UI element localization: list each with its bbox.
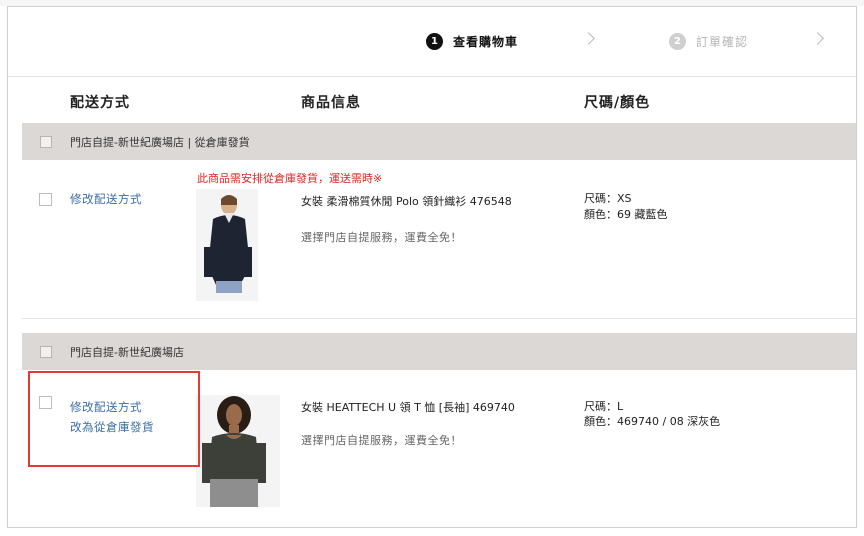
size-value: 尺碼：L: [584, 400, 624, 413]
color-value: 顏色：469740 / 08 深灰色: [584, 415, 721, 428]
step-view-cart[interactable]: 1 查看購物車: [426, 33, 518, 50]
group-header: 門店自提-新世紀廣場店: [22, 333, 856, 370]
chevron-right-icon: [582, 32, 595, 45]
row-divider: [22, 318, 856, 319]
change-delivery-link[interactable]: 修改配送方式: [70, 191, 142, 207]
step-number: 1: [426, 33, 443, 50]
group-title: 門店自提-新世紀廣場店: [70, 345, 184, 359]
cart-panel: 1 查看購物車 2 訂單確認 配送方式 商品信息 尺碼/顏色 門店自提-新世紀廣…: [7, 6, 857, 528]
product-image[interactable]: [196, 395, 280, 507]
chevron-right-icon: [811, 32, 824, 45]
pickup-note: 選擇門店自提服務，運費全免！: [301, 434, 462, 447]
product-name[interactable]: 女裝 柔滑棉質休閒 Polo 領針織衫 476548: [301, 193, 512, 209]
step-label: 訂單確認: [696, 35, 749, 49]
product-image[interactable]: [196, 189, 258, 301]
group-header: 門店自提-新世紀廣場店 | 從倉庫發貨: [22, 123, 856, 160]
step-order-confirm[interactable]: 2 訂單確認: [669, 33, 748, 50]
warehouse-warning: 此商品需安排從倉庫發貨，運送需時※: [197, 172, 383, 185]
column-header-size-color: 尺碼/顏色: [584, 95, 651, 111]
pickup-note: 選擇門店自提服務，運費全免！: [301, 231, 462, 244]
group-checkbox[interactable]: [40, 135, 52, 148]
highlight-box: [28, 371, 200, 467]
item-checkbox[interactable]: [39, 193, 52, 206]
checkout-steps: 1 查看購物車 2 訂單確認: [8, 7, 856, 77]
column-header-product: 商品信息: [301, 95, 361, 111]
group-title: 門店自提-新世紀廣場店 | 從倉庫發貨: [70, 135, 250, 149]
size-value: 尺碼：XS: [584, 192, 632, 205]
group-checkbox[interactable]: [40, 345, 52, 358]
column-header-delivery: 配送方式: [70, 95, 130, 111]
color-value: 顏色：69 藏藍色: [584, 208, 668, 221]
step-number: 2: [669, 33, 686, 50]
step-label: 查看購物車: [453, 35, 519, 49]
product-name[interactable]: 女裝 HEATTECH U 領 T 恤 [長袖] 469740: [301, 399, 515, 415]
